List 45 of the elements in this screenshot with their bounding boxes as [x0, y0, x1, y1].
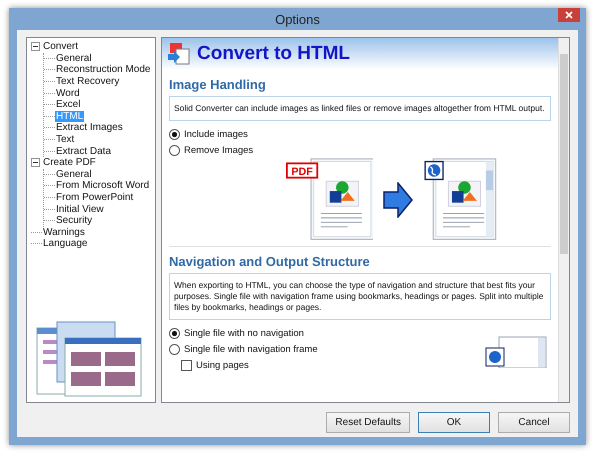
- dialog-button[interactable]: Cancel: [498, 412, 570, 433]
- section-description: Solid Converter can include images as linked files or remove images altogether from HTML output.: [169, 96, 551, 121]
- option-label: Single file with navigation frame: [184, 344, 318, 355]
- option-label: Remove Images: [184, 145, 254, 156]
- option-label: Include images: [184, 129, 248, 140]
- tree-item[interactable]: Extract Images: [55, 122, 124, 134]
- tree-item[interactable]: Excel: [55, 99, 82, 110]
- radio-button[interactable]: [169, 328, 180, 339]
- page-title: Convert to HTML: [197, 43, 350, 65]
- checkbox[interactable]: [181, 360, 192, 371]
- convert-icon: [167, 42, 191, 66]
- tree-item[interactable]: Reconstruction Mode: [55, 64, 152, 76]
- tree-item[interactable]: From PowerPoint: [55, 192, 134, 204]
- tree-item[interactable]: Warnings: [42, 226, 86, 238]
- collapse-icon[interactable]: [31, 158, 40, 168]
- html-document-drawing: [485, 336, 547, 368]
- tree-item[interactable]: Language: [42, 238, 88, 250]
- dialog-button[interactable]: OK: [418, 412, 490, 433]
- tree-item[interactable]: From Microsoft Word: [55, 180, 150, 192]
- close-icon: [565, 11, 573, 19]
- collapse-icon[interactable]: [31, 42, 40, 52]
- option-label: Using pages: [196, 360, 249, 371]
- tree-item[interactable]: General: [55, 52, 93, 64]
- tree-item[interactable]: Security: [55, 215, 94, 226]
- section-description: When exporting to HTML, you can choose the type of navigation and structure that best fits your purposes. Single file with navigation frame using bookmarks, headings or pages. Split into multiple files by bookmarks, headings or pages.: [169, 273, 551, 320]
- tree-item[interactable]: General: [55, 168, 93, 180]
- section-heading: Image Handling: [169, 77, 267, 92]
- tree-item[interactable]: Initial View: [55, 204, 105, 215]
- radio-button[interactable]: [169, 129, 180, 140]
- section-heading: Navigation and Output Structure: [169, 254, 371, 269]
- radio-button[interactable]: [169, 344, 180, 355]
- option-label: Single file with no navigation: [184, 328, 304, 339]
- window-title: Options: [275, 12, 320, 26]
- scrollbar[interactable]: [558, 38, 569, 402]
- tree-item[interactable]: Word: [55, 88, 81, 99]
- radio-button[interactable]: [169, 145, 180, 156]
- tree-item[interactable]: Text Recovery: [55, 76, 120, 88]
- tree-item[interactable]: Convert: [42, 41, 80, 52]
- tree-item[interactable]: Text: [55, 134, 76, 146]
- dialog-button[interactable]: Reset Defaults: [326, 412, 410, 433]
- right-arrow-icon: [383, 182, 413, 218]
- close-button[interactable]: [558, 8, 580, 22]
- tree-item[interactable]: Create PDF: [42, 157, 97, 168]
- tree-item[interactable]: Extract Data: [55, 146, 112, 157]
- pdf-document-drawing: PDF: [283, 158, 373, 242]
